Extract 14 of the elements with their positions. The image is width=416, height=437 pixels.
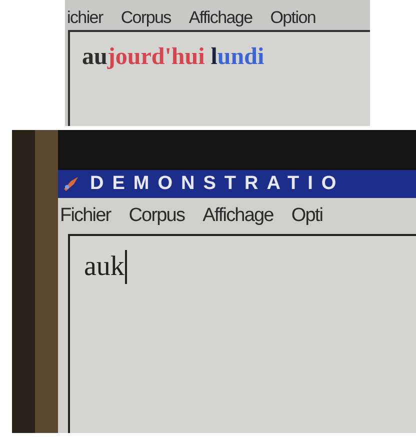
editor-text: aujourd'hui lundi [82,44,266,70]
menu-item[interactable]: Opti [291,205,323,227]
menu-item[interactable]: Affichage [186,8,254,26]
menu-item[interactable]: Fichier [60,205,111,227]
menu-item[interactable]: ichier [65,8,105,26]
menu-item[interactable]: Corpus [128,205,185,227]
typed-text: auk [84,250,128,284]
menu-item[interactable]: Option [268,8,318,26]
menu-item[interactable]: Corpus [118,8,173,26]
window-title: DEMONSTRATIO [90,173,345,195]
app-icon [62,175,80,193]
text-editor[interactable]: aujourd'hui lundi [68,30,370,126]
text-editor[interactable]: auk [68,234,416,433]
menu-item[interactable]: Affichage [202,205,274,227]
